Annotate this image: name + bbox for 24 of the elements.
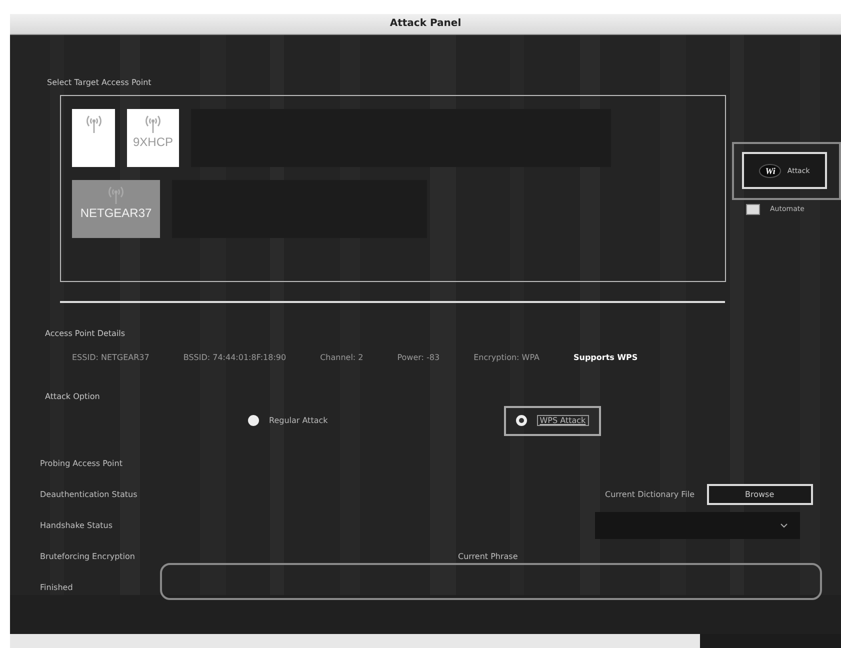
status-label: Probing Access Point [39, 458, 124, 470]
detail-field: Channel: 2 [320, 352, 364, 362]
status-label: Bruteforcing Encryption [39, 550, 136, 563]
browse-button[interactable]: Browse [706, 484, 813, 505]
window-title: Attack Panel [10, 14, 841, 35]
section-label: Select Target Access Point [47, 78, 152, 87]
detail-field: BSSID: 74:44:01:8F:18:90 [183, 352, 286, 362]
section-label: Access Point Details [45, 328, 126, 338]
dictionary-label: Current Dictionary File [605, 490, 695, 499]
radio-option[interactable]: WPS Attack [504, 406, 601, 436]
checkbox[interactable] [746, 204, 760, 215]
section-label: Attack Option [45, 392, 100, 401]
wps-support-label: Supports WPS [574, 352, 638, 362]
detail-field: Encryption: WPA [474, 352, 540, 362]
detail-field: Power: -83 [397, 352, 440, 362]
status-label: Handshake Status [39, 520, 114, 532]
status-label: Finished [39, 582, 74, 594]
detail-field: ESSID: NETGEAR37 [72, 352, 150, 362]
status-label: Deauthentication Status [39, 488, 138, 501]
phrase-label: Current Phrase [458, 552, 519, 561]
radio-option[interactable]: Regular Attack [236, 406, 340, 436]
access-point-tile[interactable] [72, 108, 115, 167]
chevron-down-icon [780, 522, 788, 528]
dictionary-dropdown[interactable] [595, 512, 800, 539]
